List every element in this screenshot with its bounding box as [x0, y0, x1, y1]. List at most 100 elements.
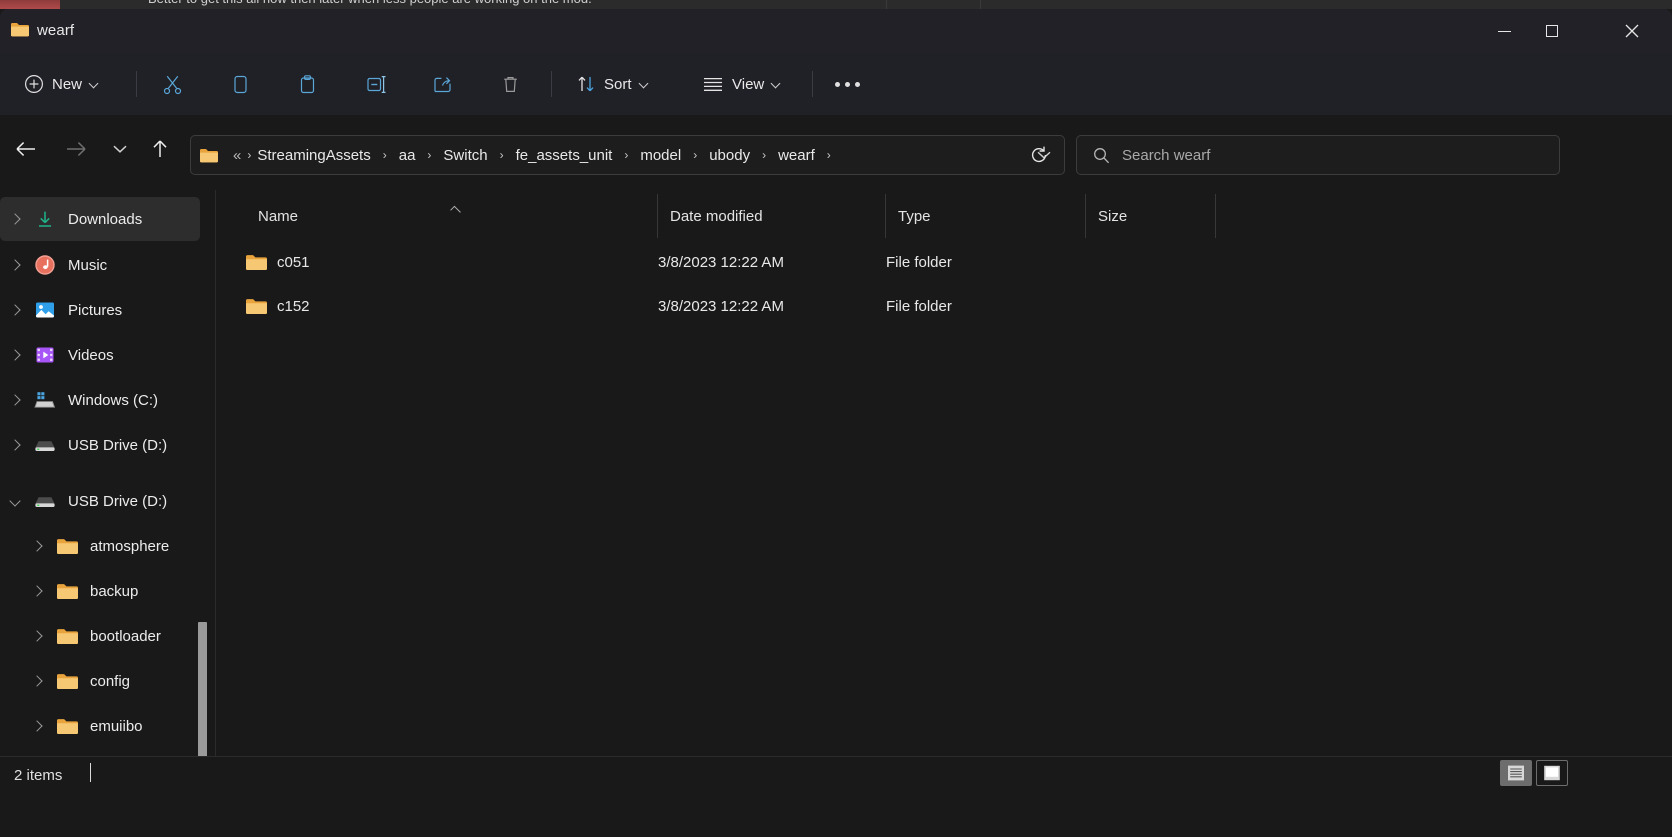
expand-toggle[interactable] — [0, 197, 30, 241]
expand-toggle[interactable] — [0, 378, 30, 422]
sort-button[interactable]: Sort — [566, 63, 659, 105]
chevron-right-icon — [33, 542, 41, 550]
paste-button[interactable] — [287, 63, 328, 105]
sidebar-item-usb-drive-d[interactable]: USB Drive (D:) — [0, 423, 200, 467]
file-list-pane: Name Date modified Type Size c051 3/8/20… — [216, 190, 1672, 756]
size-cell — [1086, 284, 1216, 328]
search-input[interactable]: Search wearf — [1122, 147, 1210, 164]
expand-toggle[interactable] — [0, 333, 30, 377]
sidebar-item-label: emuiibo — [90, 717, 143, 735]
folder-icon — [52, 625, 82, 647]
sidebar-item-music[interactable]: Music — [0, 243, 200, 287]
copy-icon — [234, 75, 247, 93]
usb-drive-icon — [30, 434, 60, 456]
sidebar-item-pictures[interactable]: Pictures — [0, 288, 200, 332]
folder-icon — [52, 580, 82, 602]
background-app-icon — [0, 0, 60, 9]
sort-button-label: Sort — [604, 75, 632, 93]
view-button[interactable]: View — [692, 63, 791, 105]
table-row[interactable]: c051 3/8/2023 12:22 AM File folder — [216, 240, 1672, 284]
column-headers: Name Date modified Type Size — [216, 194, 1672, 238]
breadcrumb-separator: › — [624, 148, 629, 162]
sidebar-scrollbar-thumb[interactable] — [198, 622, 207, 756]
up-button[interactable] — [138, 127, 182, 171]
close-button[interactable] — [1608, 9, 1656, 53]
sidebar-item-downloads[interactable]: Downloads — [0, 197, 200, 241]
expand-toggle[interactable] — [22, 704, 52, 748]
size-cell — [1086, 240, 1216, 284]
column-header-date-modified[interactable]: Date modified — [658, 194, 886, 238]
breadcrumb-separator: › — [499, 148, 504, 162]
date-modified-cell: 3/8/2023 12:22 AM — [658, 253, 784, 271]
details-view-button[interactable] — [1500, 760, 1532, 786]
sidebar-item-emuiibo[interactable]: emuiibo — [0, 704, 200, 748]
breadcrumb-item-ubody[interactable]: ubody — [703, 144, 756, 167]
navigation-pane: Downloads Music Pictures Videos Windows … — [0, 190, 216, 756]
breadcrumb: « › StreamingAssets › aa › Switch › fe_a… — [218, 144, 837, 167]
address-row: « › StreamingAssets › aa › Switch › fe_a… — [0, 115, 1672, 183]
large-icons-view-button[interactable] — [1536, 760, 1568, 786]
expand-toggle[interactable] — [0, 423, 30, 467]
sort-icon — [578, 76, 594, 92]
chevron-right-icon — [33, 587, 41, 595]
expand-toggle[interactable] — [22, 659, 52, 703]
copy-button[interactable] — [220, 63, 261, 105]
folder-icon — [52, 535, 82, 557]
recent-locations-button[interactable] — [98, 127, 142, 171]
expand-toggle[interactable] — [0, 288, 30, 332]
file-name-label: c152 — [277, 297, 310, 315]
folder-icon — [52, 670, 82, 692]
see-more-button[interactable] — [825, 63, 870, 105]
breadcrumb-item-switch[interactable]: Switch — [437, 144, 493, 167]
rename-button[interactable] — [355, 63, 398, 105]
breadcrumb-overflow[interactable]: « — [227, 144, 247, 167]
download-icon — [30, 208, 60, 230]
share-button[interactable] — [422, 63, 464, 105]
table-row[interactable]: c152 3/8/2023 12:22 AM File folder — [216, 284, 1672, 328]
back-button[interactable] — [4, 127, 48, 171]
breadcrumb-item-fe-assets-unit[interactable]: fe_assets_unit — [510, 144, 619, 167]
cut-button[interactable] — [152, 63, 193, 105]
forward-button[interactable] — [54, 127, 98, 171]
column-header-name[interactable]: Name — [246, 194, 658, 238]
delete-button[interactable] — [490, 63, 531, 105]
expand-toggle[interactable] — [22, 569, 52, 613]
refresh-button[interactable] — [1018, 135, 1060, 175]
sidebar-item-label: Pictures — [68, 301, 123, 319]
breadcrumb-item-aa[interactable]: aa — [393, 144, 422, 167]
file-name-cell[interactable]: c152 — [246, 284, 658, 328]
chevron-right-icon — [11, 215, 19, 223]
sidebar-item-label: Downloads — [68, 210, 143, 228]
sidebar-item-videos[interactable]: Videos — [0, 333, 200, 377]
music-icon — [30, 254, 60, 276]
collapse-toggle[interactable] — [0, 479, 30, 523]
column-header-size[interactable]: Size — [1086, 194, 1216, 238]
breadcrumb-item-streamingassets[interactable]: StreamingAssets — [251, 144, 376, 167]
chevron-right-icon — [33, 722, 41, 730]
expand-toggle[interactable] — [0, 243, 30, 287]
expand-toggle[interactable] — [22, 524, 52, 568]
toolbar-separator — [812, 71, 813, 97]
arrow-left-icon — [16, 142, 35, 156]
expand-toggle[interactable] — [22, 614, 52, 658]
column-header-label: Type — [898, 207, 931, 225]
sidebar-item-bootloader[interactable]: bootloader — [0, 614, 200, 658]
breadcrumb-item-model[interactable]: model — [634, 144, 687, 167]
view-icon — [704, 77, 722, 91]
address-bar[interactable]: « › StreamingAssets › aa › Switch › fe_a… — [190, 135, 1065, 175]
sidebar-item-usb-drive-d-expanded[interactable]: USB Drive (D:) — [0, 479, 200, 523]
search-box[interactable]: Search wearf — [1076, 135, 1560, 175]
column-header-type[interactable]: Type — [886, 194, 1086, 238]
maximize-button[interactable] — [1528, 9, 1576, 53]
sidebar-item-label: backup — [90, 582, 139, 600]
new-button[interactable]: New — [14, 63, 109, 105]
sidebar-item-windows-c[interactable]: Windows (C:) — [0, 378, 200, 422]
breadcrumb-separator: › — [382, 148, 387, 162]
sidebar-item-backup[interactable]: backup — [0, 569, 200, 613]
ellipsis-icon — [835, 81, 860, 87]
file-name-cell[interactable]: c051 — [246, 240, 658, 284]
minimize-button[interactable] — [1480, 9, 1528, 53]
sidebar-item-config[interactable]: config — [0, 659, 200, 703]
breadcrumb-item-wearf[interactable]: wearf — [772, 144, 821, 167]
sidebar-item-atmosphere[interactable]: atmosphere — [0, 524, 200, 568]
